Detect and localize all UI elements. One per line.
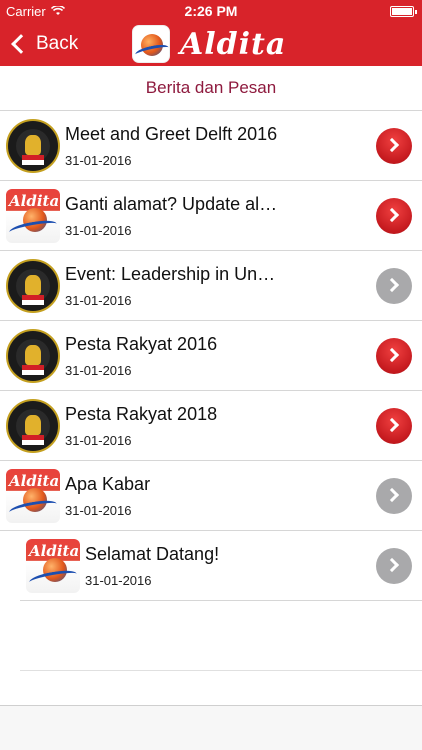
aldita-logo-icon: Aldita bbox=[26, 539, 80, 593]
back-label: Back bbox=[36, 33, 79, 54]
item-title: Apa Kabar bbox=[65, 474, 151, 494]
item-date: 31-01-2016 bbox=[85, 573, 152, 588]
item-date: 31-01-2016 bbox=[65, 433, 132, 448]
garuda-emblem-icon bbox=[6, 119, 60, 173]
list-item[interactable]: Event: Leadership in Un… 31-01-2016 bbox=[0, 251, 422, 321]
status-time: 2:26 PM bbox=[184, 3, 238, 19]
list-item[interactable]: Pesta Rakyat 2016 31-01-2016 bbox=[0, 321, 422, 391]
item-title: Event: Leadership in Un… bbox=[65, 264, 276, 284]
list-item[interactable]: Pesta Rakyat 2018 31-01-2016 bbox=[0, 391, 422, 461]
aldita-logo-icon: Aldita bbox=[6, 469, 60, 523]
chevron-right-icon[interactable] bbox=[376, 338, 412, 374]
item-title: Pesta Rakyat 2016 bbox=[65, 334, 218, 354]
list-item[interactable]: Aldita Selamat Datang! 31-01-2016 bbox=[20, 531, 422, 601]
item-date: 31-01-2016 bbox=[65, 153, 132, 168]
item-date: 31-01-2016 bbox=[65, 293, 132, 308]
garuda-emblem-icon bbox=[6, 259, 60, 313]
garuda-emblem-icon bbox=[6, 329, 60, 383]
chevron-left-icon bbox=[11, 34, 31, 54]
list-item[interactable]: Aldita Apa Kabar 31-01-2016 bbox=[0, 461, 422, 531]
aldita-wordmark: Aldita bbox=[9, 192, 60, 210]
item-date: 31-01-2016 bbox=[65, 223, 132, 238]
chevron-right-icon[interactable] bbox=[376, 408, 412, 444]
chevron-right-icon[interactable] bbox=[376, 268, 412, 304]
item-date: 31-01-2016 bbox=[65, 363, 132, 378]
garuda-emblem-icon bbox=[6, 399, 60, 453]
item-title: Ganti alamat? Update al… bbox=[65, 194, 278, 214]
list-item[interactable]: Meet and Greet Delft 2016 31-01-2016 bbox=[0, 111, 422, 181]
divider bbox=[20, 670, 422, 671]
status-bar: Carrier 2:26 PM bbox=[0, 0, 422, 22]
chevron-right-icon[interactable] bbox=[376, 198, 412, 234]
aldita-logo-icon: Aldita bbox=[6, 189, 60, 243]
back-button[interactable]: Back bbox=[8, 28, 78, 60]
list-item[interactable]: Aldita Ganti alamat? Update al… 31-01-2016 bbox=[0, 181, 422, 251]
section-title: Berita dan Pesan bbox=[145, 78, 277, 97]
item-date: 31-01-2016 bbox=[65, 503, 132, 518]
chevron-right-icon[interactable] bbox=[376, 478, 412, 514]
aldita-wordmark: Aldita bbox=[29, 542, 80, 560]
item-title: Meet and Greet Delft 2016 bbox=[65, 124, 278, 144]
news-list: Meet and Greet Delft 2016 31-01-2016 Aldit… bbox=[0, 110, 422, 601]
bottom-toolbar bbox=[0, 705, 422, 750]
aldita-wordmark: Aldita bbox=[9, 472, 60, 490]
navigation-bar: Back Aldita bbox=[0, 22, 422, 66]
item-title: Pesta Rakyat 2018 bbox=[65, 404, 218, 424]
chevron-right-icon[interactable] bbox=[376, 548, 412, 584]
chevron-right-icon[interactable] bbox=[376, 128, 412, 164]
brand-name: Aldita bbox=[180, 26, 287, 62]
battery-icon bbox=[390, 6, 417, 17]
item-title: Selamat Datang! bbox=[85, 544, 220, 564]
aldita-logo-icon bbox=[132, 25, 170, 63]
brand: Aldita bbox=[132, 24, 286, 64]
